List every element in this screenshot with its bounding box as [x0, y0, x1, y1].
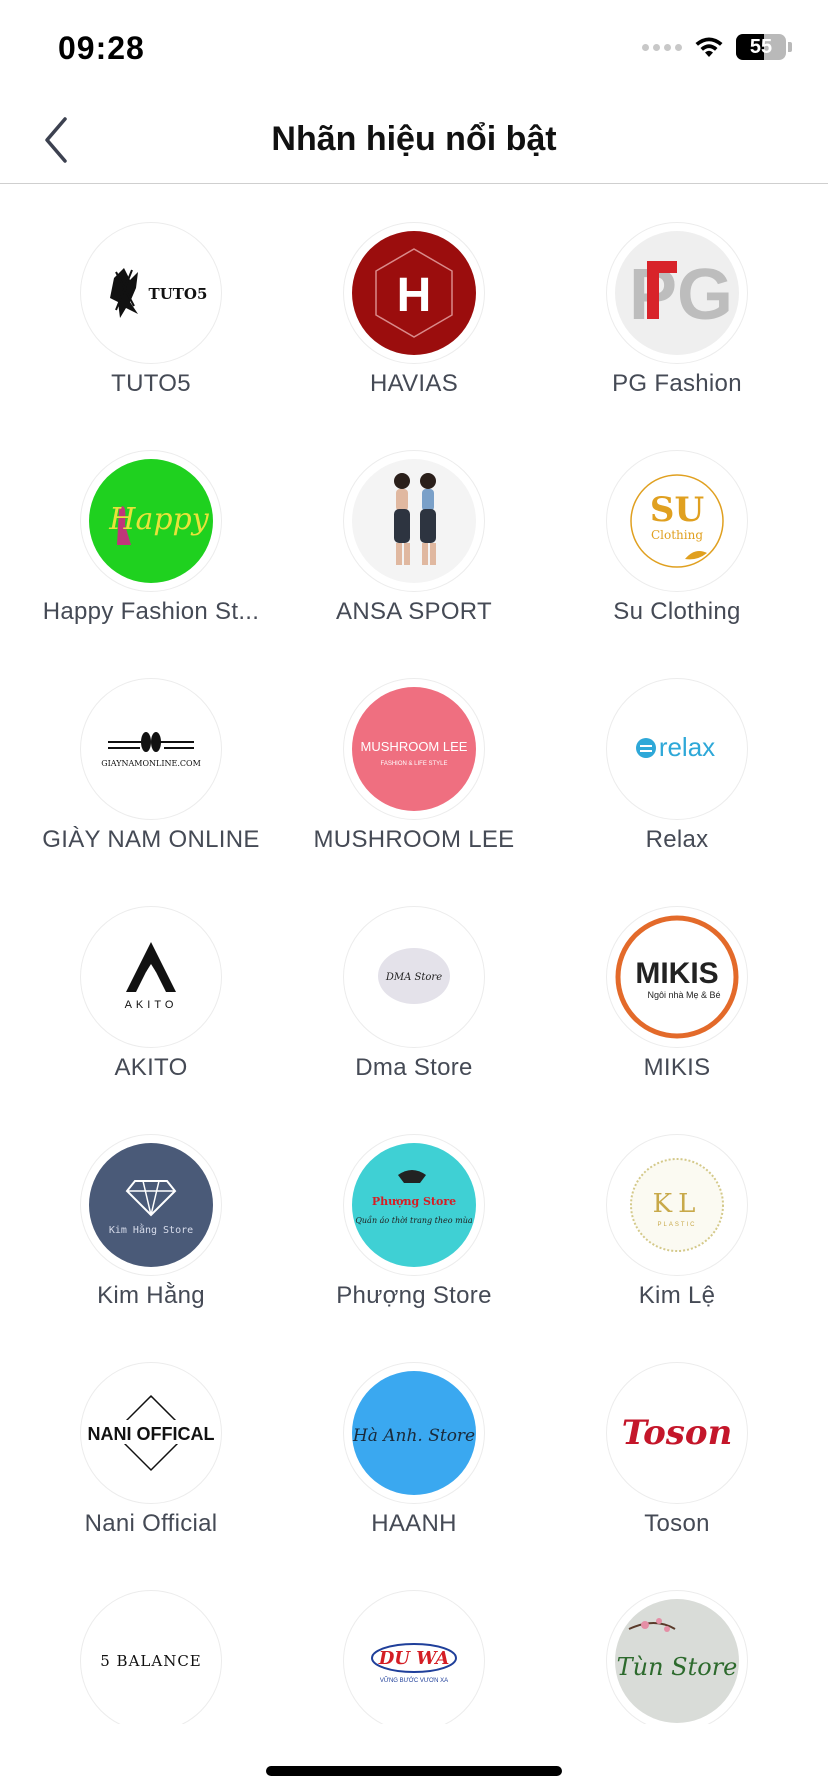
brand-name: HAANH — [371, 1510, 457, 1537]
brand-tile-du-wa[interactable]: DU WA VỮNG BƯỚC VƯƠN XA — [283, 1552, 545, 1724]
brand-logo: H — [343, 222, 485, 364]
logo-subtext: FASHION & LIFE STYLE — [380, 761, 447, 767]
brand-tile-mikis[interactable]: MIKIS Ngôi nhà Mẹ & Bé MIKIS — [546, 868, 808, 1096]
brand-tile-ansa-sport[interactable]: ANSA SPORT — [283, 412, 545, 640]
brand-name: Toson — [644, 1510, 710, 1537]
brand-tile-mushroom-lee[interactable]: MUSHROOM LEE FASHION & LIFE STYLE MUSHRO… — [283, 640, 545, 868]
brand-tile-relax[interactable]: relax Relax — [546, 640, 808, 868]
logo-text: DMA Store — [385, 972, 442, 983]
cellular-signal-icon — [642, 43, 682, 51]
brand-logo: DU WA VỮNG BƯỚC VƯƠN XA — [343, 1590, 485, 1724]
brand-tile-5-balance[interactable]: 5 BALANCE — [20, 1552, 282, 1724]
logo-subtext: VỮNG BƯỚC VƯƠN XA — [380, 1677, 448, 1684]
brand-tile-kim-hang[interactable]: Kim Hằng Store Kim Hằng — [20, 1096, 282, 1324]
logo-text: 5 BALANCE — [100, 1652, 202, 1670]
brand-logo: Hà Anh. Store — [343, 1362, 485, 1504]
brand-logo: Tùn Store — [606, 1590, 748, 1724]
brand-logo: Phượng Store Quần áo thời trang theo mùa — [343, 1134, 485, 1276]
brand-grid: TUTO5 TUTO5 H HAVIAS PG PG Fashion Happy… — [0, 184, 828, 1724]
brand-tile-akito[interactable]: AKITO AKITO — [20, 868, 282, 1096]
brand-logo: Toson — [606, 1362, 748, 1504]
brand-logo: SU Clothing — [606, 450, 748, 592]
brand-tile-pg-fashion[interactable]: PG PG Fashion — [546, 184, 808, 412]
brand-logo: 5 BALANCE — [80, 1590, 222, 1724]
logo-text: PG — [629, 255, 733, 335]
brand-logo: GIAYNAMONLINE.COM — [80, 678, 222, 820]
logo-text: GIAYNAMONLINE.COM — [101, 759, 201, 768]
logo-text: KL — [653, 1189, 702, 1219]
logo-text: Tùn Store — [617, 1653, 738, 1681]
brand-name: ANSA SPORT — [336, 598, 492, 625]
home-indicator[interactable] — [266, 1766, 562, 1776]
page-title: Nhãn hiệu nổi bật — [271, 120, 557, 158]
brand-tile-nani-official[interactable]: NANI OFFICAL Nani Official — [20, 1324, 282, 1552]
brand-logo: DMA Store — [343, 906, 485, 1048]
brand-name: PG Fashion — [612, 370, 742, 397]
brand-name: Phượng Store — [336, 1282, 492, 1309]
logo-text: AKITO — [125, 999, 178, 1011]
logo-text: SU — [650, 490, 704, 530]
logo-subtext: Quần áo thời trang theo mùa — [355, 1216, 473, 1225]
brand-tile-giay-nam-online[interactable]: GIAYNAMONLINE.COM GIÀY NAM ONLINE — [20, 640, 282, 868]
nav-bar: Nhãn hiệu nổi bật — [0, 96, 828, 184]
brand-logo: KL PLASTIC — [606, 1134, 748, 1276]
wifi-icon — [695, 37, 723, 57]
brand-name: Kim Lệ — [638, 1282, 716, 1309]
brand-name: Kim Hằng — [97, 1282, 205, 1309]
logo-text: Phượng Store — [372, 1195, 456, 1208]
brand-name: Nani Official — [84, 1510, 218, 1537]
brand-logo: PG — [606, 222, 748, 364]
brand-tile-dma-store[interactable]: DMA Store Dma Store — [283, 868, 545, 1096]
brand-tile-tun-store[interactable]: Tùn Store — [546, 1552, 808, 1724]
logo-text: Happy — [108, 502, 209, 537]
brand-logo — [343, 450, 485, 592]
logo-text: Toson — [622, 1413, 733, 1453]
brand-tile-happy-fashion[interactable]: Happy Happy Fashion St... — [20, 412, 282, 640]
logo-text: relax — [659, 732, 715, 762]
brand-tile-phuong-store[interactable]: Phượng Store Quần áo thời trang theo mùa… — [283, 1096, 545, 1324]
logo-subtext: PLASTIC — [657, 1222, 696, 1228]
brand-name: Dma Store — [355, 1054, 473, 1081]
brand-tile-tuto5[interactable]: TUTO5 TUTO5 — [20, 184, 282, 412]
brand-logo: Happy — [80, 450, 222, 592]
logo-text: MUSHROOM LEE — [361, 739, 468, 754]
logo-text: NANI OFFICAL — [88, 1424, 215, 1444]
logo-text: Hà Anh. Store — [352, 1426, 475, 1446]
battery-icon: 55 — [736, 34, 786, 60]
brand-tile-haanh[interactable]: Hà Anh. Store HAANH — [283, 1324, 545, 1552]
brand-name: Relax — [645, 826, 709, 853]
battery-tip — [788, 42, 792, 52]
brand-logo: relax — [606, 678, 748, 820]
brand-name: Happy Fashion St... — [42, 598, 260, 625]
brand-name: MIKIS — [643, 1054, 711, 1081]
logo-subtext: Clothing — [651, 528, 703, 542]
brand-logo: AKITO — [80, 906, 222, 1048]
brand-tile-su-clothing[interactable]: SU Clothing Su Clothing — [546, 412, 808, 640]
status-time: 09:28 — [58, 30, 145, 66]
brand-tile-kim-le[interactable]: KL PLASTIC Kim Lệ — [546, 1096, 808, 1324]
battery-level: 55 — [749, 35, 773, 58]
brand-tile-toson[interactable]: Toson Toson — [546, 1324, 808, 1552]
logo-text: Kim Hằng Store — [109, 1223, 193, 1236]
status-icons: 55 — [642, 34, 792, 60]
brand-logo: TUTO5 — [80, 222, 222, 364]
brand-logo: MIKIS Ngôi nhà Mẹ & Bé — [606, 906, 748, 1048]
brand-logo: NANI OFFICAL — [80, 1362, 222, 1504]
logo-text: H — [397, 269, 432, 322]
logo-text: TUTO5 — [149, 285, 208, 303]
brand-name: AKITO — [114, 1054, 188, 1081]
logo-subtext: Ngôi nhà Mẹ & Bé — [647, 990, 720, 1000]
status-bar: 09:28 55 — [0, 0, 828, 96]
brand-name: Su Clothing — [613, 598, 741, 625]
brand-name: GIÀY NAM ONLINE — [42, 826, 260, 853]
brand-name: HAVIAS — [369, 370, 459, 397]
brand-name: MUSHROOM LEE — [313, 826, 515, 853]
brand-logo: Kim Hằng Store — [80, 1134, 222, 1276]
brand-logo: MUSHROOM LEE FASHION & LIFE STYLE — [343, 678, 485, 820]
brand-name: TUTO5 — [111, 370, 191, 397]
brand-tile-havias[interactable]: H HAVIAS — [283, 184, 545, 412]
logo-text: MIKIS — [635, 957, 718, 990]
logo-text: DU WA — [378, 1648, 450, 1669]
